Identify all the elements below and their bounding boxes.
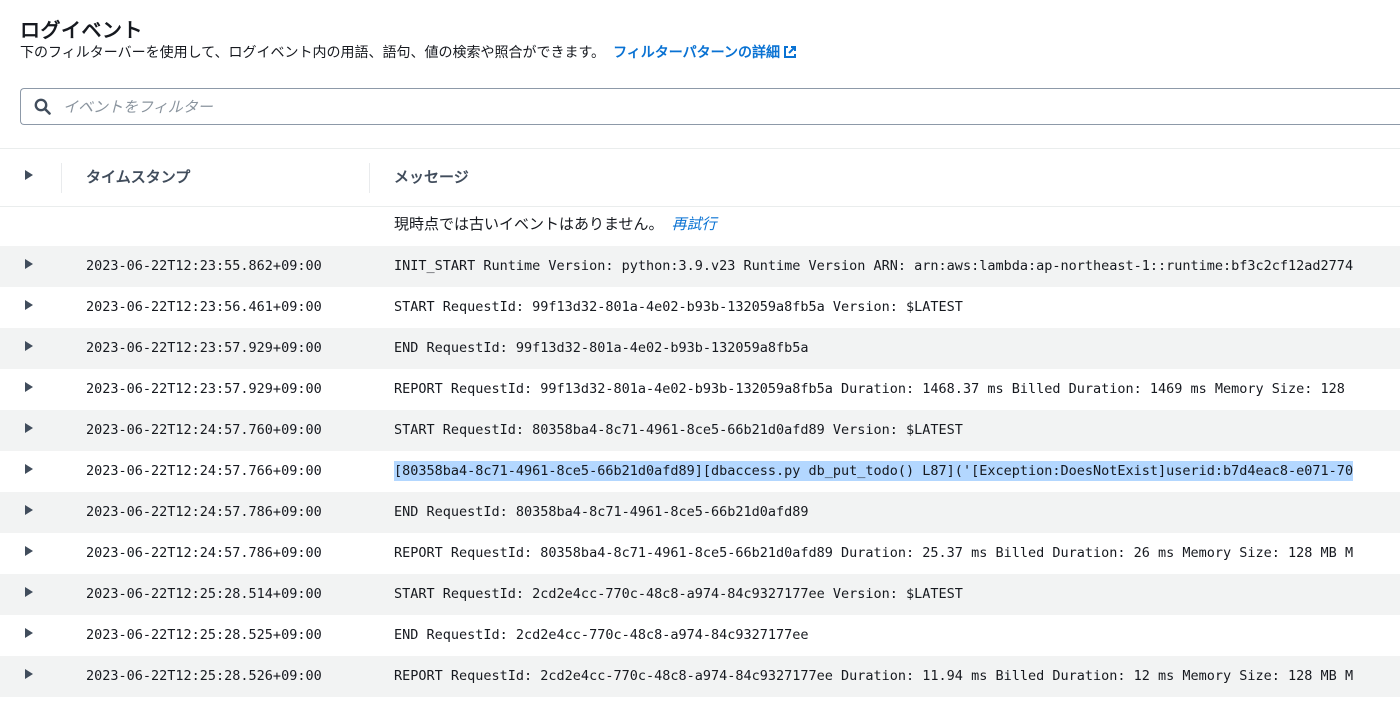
event-message: START RequestId: 2cd2e4cc-770c-48c8-a974… <box>394 586 963 602</box>
retry-link[interactable]: 再試行 <box>672 215 717 233</box>
log-events-panel: ログイベント 下のフィルターバーを使用して、ログイベント内の用語、語句、値の検索… <box>0 0 1400 701</box>
log-event-row[interactable]: 2023-06-22T12:25:28.525+09:00 END Request… <box>0 615 1400 656</box>
notice-text: 現時点では古いイベントはありません。 <box>394 215 664 233</box>
event-timestamp: 2023-06-22T12:23:56.461+09:00 <box>86 299 322 315</box>
event-message: END RequestId: 80358ba4-8c71-4961-8ce5-6… <box>394 504 809 520</box>
expand-row-icon[interactable] <box>24 586 34 598</box>
column-separator[interactable] <box>369 163 370 193</box>
page-description: 下のフィルターバーを使用して、ログイベント内の用語、語句、値の検索や照合ができま… <box>20 43 797 63</box>
log-event-row[interactable]: 2023-06-22T12:24:57.760+09:00 START Reque… <box>0 410 1400 451</box>
log-event-row[interactable]: 2023-06-22T12:24:57.766+09:00 [80358ba4-8… <box>0 451 1400 492</box>
event-message: REPORT RequestId: 99f13d32-801a-4e02-b93… <box>394 381 1345 397</box>
log-event-row[interactable]: 2023-06-22T12:23:56.461+09:00 START Reque… <box>0 287 1400 328</box>
expand-row-icon[interactable] <box>24 381 34 393</box>
column-header-timestamp[interactable]: タイムスタンプ <box>86 166 190 188</box>
event-filter-input[interactable] <box>63 95 1363 119</box>
description-text: 下のフィルターバーを使用して、ログイベント内の用語、語句、値の検索や照合ができま… <box>20 45 606 61</box>
no-older-events-notice: 現時点では古いイベントはありません。 再試行 <box>394 213 717 235</box>
event-timestamp: 2023-06-22T12:25:28.514+09:00 <box>86 586 322 602</box>
expand-row-icon[interactable] <box>24 258 34 270</box>
event-message: END RequestId: 99f13d32-801a-4e02-b93b-1… <box>394 340 809 356</box>
event-message: [80358ba4-8c71-4961-8ce5-66b21d0afd89][d… <box>394 461 1354 481</box>
log-event-row[interactable]: 2023-06-22T12:25:28.526+09:00 REPORT Requ… <box>0 656 1400 697</box>
expand-row-icon[interactable] <box>24 627 34 639</box>
event-message: START RequestId: 80358ba4-8c71-4961-8ce5… <box>394 422 963 438</box>
event-message: REPORT RequestId: 2cd2e4cc-770c-48c8-a97… <box>394 668 1354 684</box>
expand-row-icon[interactable] <box>24 422 34 434</box>
log-event-row[interactable]: 2023-06-22T12:25:28.514+09:00 START Reque… <box>0 574 1400 615</box>
expand-row-icon[interactable] <box>24 668 34 680</box>
event-message: INIT_START Runtime Version: python:3.9.v… <box>394 258 1354 274</box>
expand-row-icon[interactable] <box>24 463 34 475</box>
panel-header: ログイベント 下のフィルターバーを使用して、ログイベント内の用語、語句、値の検索… <box>20 18 797 63</box>
expand-row-icon[interactable] <box>24 299 34 311</box>
expand-row-icon[interactable] <box>24 340 34 352</box>
external-link-icon <box>783 46 796 58</box>
column-separator[interactable] <box>61 163 62 193</box>
event-message: START RequestId: 99f13d32-801a-4e02-b93b… <box>394 299 963 315</box>
log-event-row[interactable]: 2023-06-22T12:24:57.786+09:00 REPORT Requ… <box>0 533 1400 574</box>
event-timestamp: 2023-06-22T12:24:57.786+09:00 <box>86 504 322 520</box>
log-event-rows: 2023-06-22T12:23:55.862+09:00 INIT_START … <box>0 246 1400 697</box>
event-message: REPORT RequestId: 80358ba4-8c71-4961-8ce… <box>394 545 1354 561</box>
event-timestamp: 2023-06-22T12:24:57.786+09:00 <box>86 545 322 561</box>
filter-bar[interactable] <box>20 88 1400 125</box>
event-timestamp: 2023-06-22T12:25:28.526+09:00 <box>86 668 322 684</box>
filter-pattern-link-label: フィルターパターンの詳細 <box>613 45 780 61</box>
event-timestamp: 2023-06-22T12:24:57.760+09:00 <box>86 422 322 438</box>
event-timestamp: 2023-06-22T12:25:28.525+09:00 <box>86 627 322 643</box>
log-event-row[interactable]: 2023-06-22T12:24:57.786+09:00 END Request… <box>0 492 1400 533</box>
page-title: ログイベント <box>20 18 143 42</box>
event-timestamp: 2023-06-22T12:23:57.929+09:00 <box>86 381 322 397</box>
log-event-row[interactable]: 2023-06-22T12:23:57.929+09:00 END Request… <box>0 328 1400 369</box>
expand-row-icon[interactable] <box>24 504 34 516</box>
event-timestamp: 2023-06-22T12:24:57.766+09:00 <box>86 463 322 479</box>
expand-row-icon[interactable] <box>24 545 34 557</box>
event-timestamp: 2023-06-22T12:23:57.929+09:00 <box>86 340 322 356</box>
event-message: END RequestId: 2cd2e4cc-770c-48c8-a974-8… <box>394 627 809 643</box>
log-event-row[interactable]: 2023-06-22T12:23:57.929+09:00 REPORT Requ… <box>0 369 1400 410</box>
search-icon <box>34 98 51 115</box>
column-header-message[interactable]: メッセージ <box>394 166 469 188</box>
expand-all-icon[interactable] <box>24 169 34 181</box>
filter-pattern-link[interactable]: フィルターパターンの詳細 <box>613 45 797 61</box>
table-header: タイムスタンプ メッセージ <box>0 148 1400 207</box>
event-timestamp: 2023-06-22T12:23:55.862+09:00 <box>86 258 322 274</box>
log-event-row[interactable]: 2023-06-22T12:23:55.862+09:00 INIT_START … <box>0 246 1400 287</box>
